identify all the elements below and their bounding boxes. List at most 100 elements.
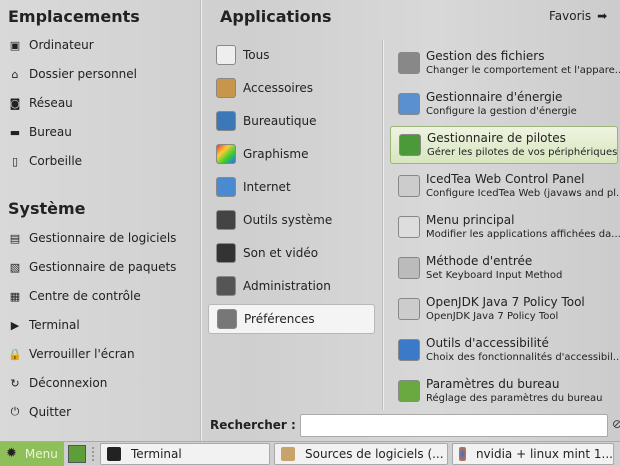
divider (200, 0, 201, 441)
category-icon (216, 276, 236, 296)
app-title: Paramètres du bureau (426, 377, 560, 391)
window-label: nvidia + linux mint 1... (475, 446, 613, 461)
taskbar-window-firefox[interactable]: nvidia + linux mint 1... (452, 442, 614, 465)
app-gestionnaire-d-energie[interactable]: Gestionnaire d'énergie Configure la gesti… (390, 85, 618, 123)
system-deconnexion[interactable]: ↻ Déconnexion (8, 372, 107, 394)
place-ordinateur[interactable]: ▣ Ordinateur (8, 34, 94, 56)
app-title: Gestionnaire d'énergie (426, 90, 563, 104)
system-label: Gestionnaire de paquets (29, 260, 177, 274)
favorites-button[interactable]: Favoris ➡ (549, 9, 607, 23)
system-centre-de-controle[interactable]: ▦ Centre de contrôle (8, 285, 141, 307)
app-description: OpenJDK Java 7 Policy Tool (426, 311, 559, 322)
app-icon (398, 298, 420, 320)
category-label: Son et vidéo (243, 246, 319, 260)
window-label: Sources de logiciels (... (305, 446, 444, 461)
app-methode-d-entree[interactable]: Méthode d'entrée Set Keyboard Input Metho… (390, 249, 618, 287)
app-description: Gérer les pilotes de vos périphériques (427, 147, 618, 158)
category-preferences[interactable]: Préférences (208, 304, 375, 334)
divider (382, 40, 383, 410)
app-title: Gestionnaire de pilotes (427, 131, 566, 145)
app-title: Gestion des fichiers (426, 49, 545, 63)
category-label: Tous (243, 48, 270, 62)
taskbar: ✹ Menu Terminal Sources de logiciels (..… (0, 441, 620, 466)
search-clear-icon[interactable]: ⊘ (612, 417, 620, 431)
panel-handle[interactable] (92, 446, 96, 461)
favorites-label: Favoris (549, 9, 592, 23)
app-outils-d-accessibilite[interactable]: Outils d'accessibilité Choix des fonction… (390, 331, 620, 369)
app-icon (398, 339, 420, 361)
category-icon (216, 243, 236, 263)
place-icon: ◙ (9, 96, 21, 110)
system-label: Verrouiller l'écran (29, 347, 135, 361)
category-label: Administration (243, 279, 331, 293)
system-label: Gestionnaire de logiciels (29, 231, 177, 245)
app-menu-principal[interactable]: Menu principal Modifier les applications … (390, 208, 620, 246)
system-verrouiller-l-ecran[interactable]: 🔒 Verrouiller l'écran (8, 343, 135, 365)
app-gestionnaire-de-pilotes[interactable]: Gestionnaire de pilotes Gérer les pilotes… (390, 126, 618, 164)
window-label: Terminal (131, 446, 182, 461)
system-terminal[interactable]: ▶ Terminal (8, 314, 80, 336)
application-menu: Emplacements ▣ Ordinateur ⌂ Dossier personn… (0, 0, 620, 441)
system-heading: Système (8, 199, 86, 218)
app-icon (398, 216, 420, 238)
show-desktop-icon[interactable] (68, 444, 86, 463)
app-parametres-du-bureau[interactable]: Paramètres du bureau Réglage des paramètr… (390, 372, 618, 410)
place-dossier-personnel[interactable]: ⌂ Dossier personnel (8, 63, 138, 85)
system-icon: ▦ (9, 289, 21, 303)
app-gestion-des-fichiers[interactable]: Gestion des fichiers Changer le comportem… (390, 44, 620, 82)
place-icon: ▬ (9, 125, 21, 139)
search-label: Rechercher : (210, 418, 296, 432)
system-label: Centre de contrôle (29, 289, 141, 303)
app-icon (398, 93, 420, 115)
category-label: Préférences (244, 312, 315, 326)
category-label: Internet (243, 180, 291, 194)
place-reseau[interactable]: ◙ Réseau (8, 92, 73, 114)
category-icon (216, 177, 236, 197)
taskbar-window-terminal[interactable]: Terminal (100, 442, 270, 465)
category-icon (217, 309, 237, 329)
system-icon: ▶ (10, 318, 20, 332)
system-icon: 🔒 (8, 347, 22, 361)
search-input[interactable] (300, 414, 608, 437)
place-label: Ordinateur (29, 38, 94, 52)
app-icon (398, 175, 420, 197)
category-graphisme[interactable]: Graphisme (208, 139, 375, 169)
menu-button[interactable]: ✹ Menu (0, 441, 64, 466)
gear-icon: ✹ (6, 446, 17, 461)
place-corbeille[interactable]: ▯ Corbeille (8, 150, 82, 172)
place-label: Réseau (29, 96, 73, 110)
system-gestionnaire-de-paquets[interactable]: ▧ Gestionnaire de paquets (8, 256, 177, 278)
category-label: Accessoires (243, 81, 314, 95)
app-icon (398, 257, 420, 279)
system-gestionnaire-de-logiciels[interactable]: ▤ Gestionnaire de logiciels (8, 227, 177, 249)
place-bureau[interactable]: ▬ Bureau (8, 121, 72, 143)
system-label: Quitter (29, 405, 72, 419)
category-label: Outils système (243, 213, 333, 227)
category-icon (216, 144, 236, 164)
place-icon: ▣ (9, 38, 21, 52)
app-icedtea-web-control-panel[interactable]: IcedTea Web Control Panel Configure IcedT… (390, 167, 620, 205)
category-outils-systeme[interactable]: Outils système (208, 205, 375, 235)
places-heading: Emplacements (8, 7, 140, 26)
taskbar-window-sources[interactable]: Sources de logiciels (... (274, 442, 448, 465)
app-title: Outils d'accessibilité (426, 336, 549, 350)
app-description: Configure la gestion d'énergie (426, 106, 577, 117)
app-openjdk-java-7-policy-tool[interactable]: OpenJDK Java 7 Policy Tool OpenJDK Java 7… (390, 290, 618, 328)
app-description: Réglage des paramètres du bureau (426, 393, 603, 404)
category-accessoires[interactable]: Accessoires (208, 73, 375, 103)
category-son-et-video[interactable]: Son et vidéo (208, 238, 375, 268)
menu-label: Menu (24, 446, 58, 461)
category-label: Bureautique (243, 114, 317, 128)
place-label: Dossier personnel (29, 67, 138, 81)
system-icon: ↻ (10, 376, 20, 390)
app-description: Modifier les applications affichées da..… (426, 229, 620, 240)
app-title: Menu principal (426, 213, 515, 227)
place-label: Corbeille (29, 154, 83, 168)
system-quitter[interactable]: ⏻ Quitter (8, 401, 71, 423)
category-internet[interactable]: Internet (208, 172, 375, 202)
category-bureautique[interactable]: Bureautique (208, 106, 375, 136)
category-icon (216, 45, 236, 65)
firefox-icon (459, 446, 466, 461)
category-administration[interactable]: Administration (208, 271, 375, 301)
category-tous[interactable]: Tous (208, 40, 375, 70)
